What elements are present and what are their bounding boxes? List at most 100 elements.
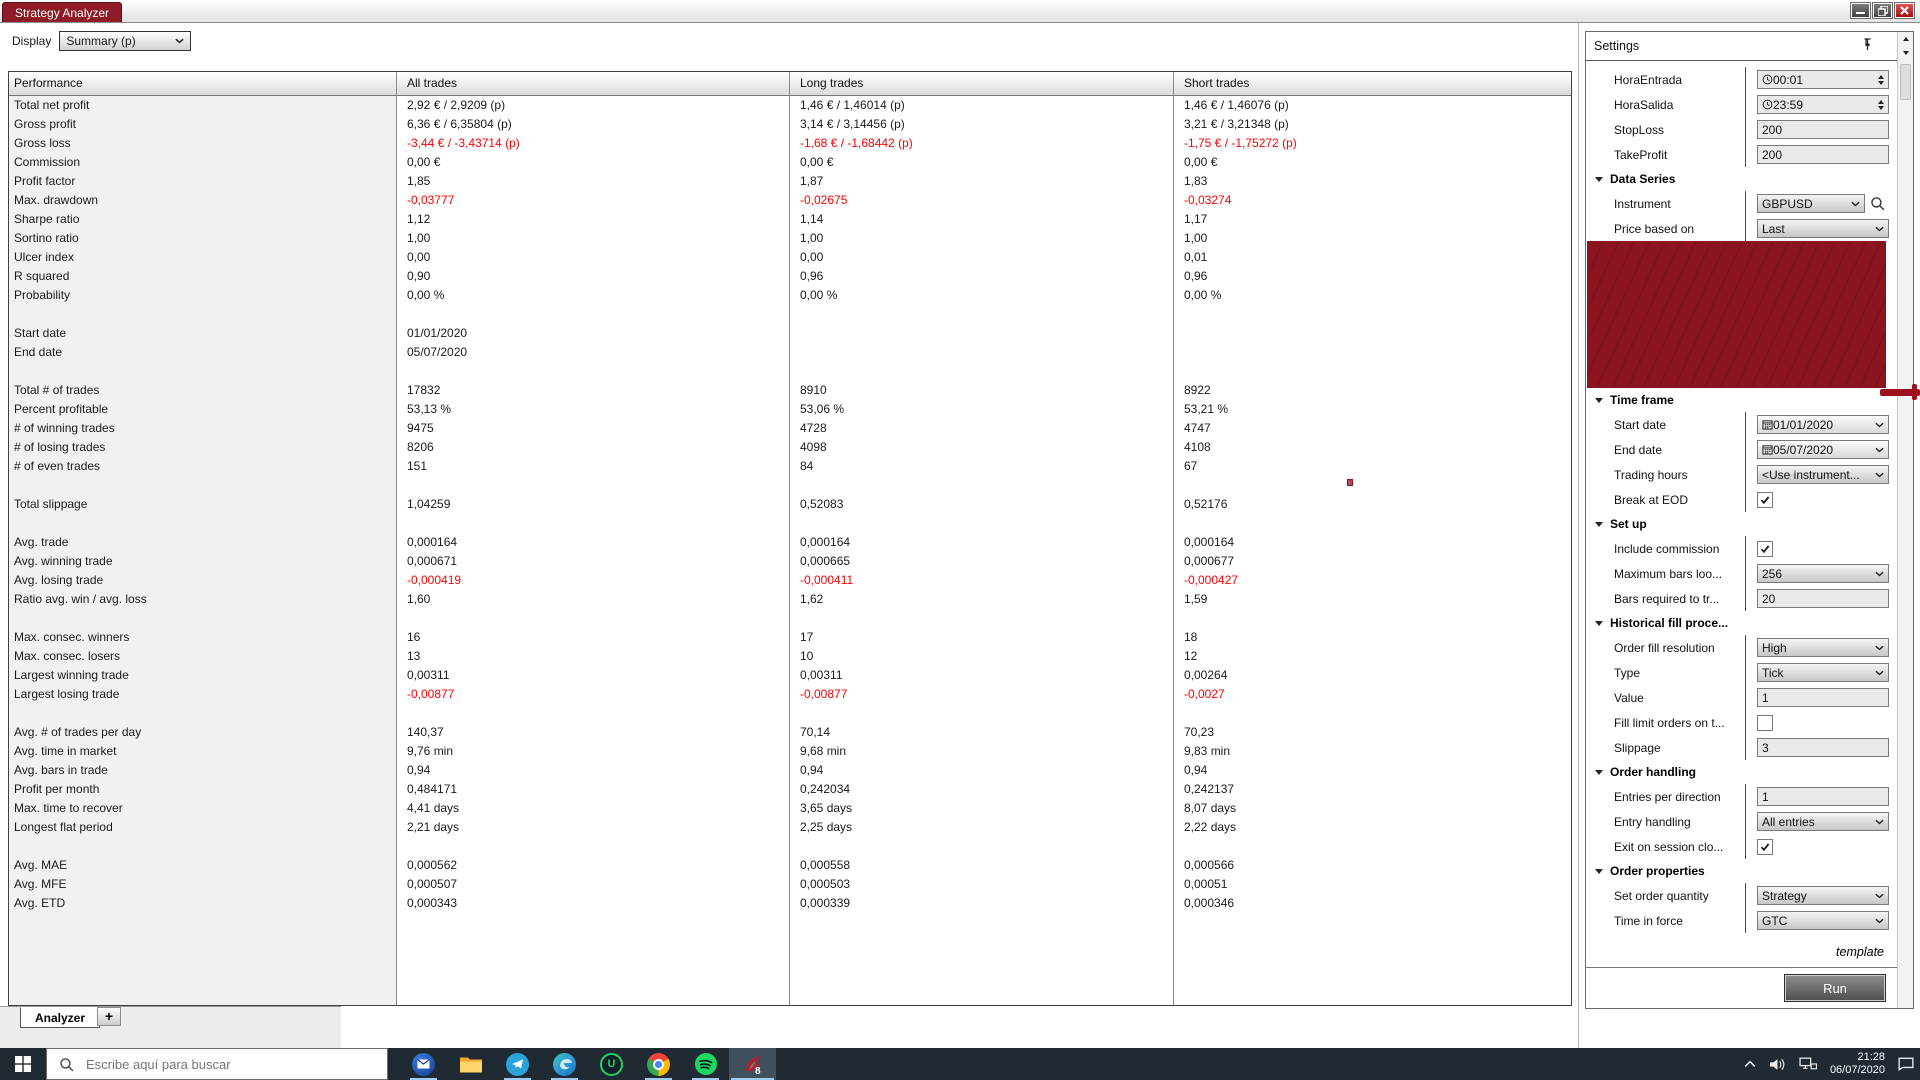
instrument-dropdown[interactable]: GBPUSD <box>1757 194 1865 213</box>
table-row: Avg. # of trades per day140,3770,1470,23 <box>9 723 1571 742</box>
settings-row: Include commission <box>1586 536 1898 561</box>
table-row: Percent profitable53,13 %53,06 %53,21 % <box>9 400 1571 419</box>
cell-all-trades: 0,00 % <box>397 286 790 305</box>
settings-scrollbar[interactable] <box>1897 32 1913 1008</box>
text-input[interactable]: 1 <box>1757 688 1889 707</box>
date-dropdown[interactable]: 05/07/2020 <box>1757 440 1889 459</box>
dropdown[interactable]: All entries <box>1757 812 1889 831</box>
clock[interactable]: 21:28 06/07/2020 <box>1830 1051 1885 1077</box>
row-label: Percent profitable <box>9 400 397 419</box>
text-input[interactable]: 20 <box>1757 589 1889 608</box>
dropdown[interactable]: <Use instrument... <box>1757 465 1889 484</box>
cell-long-trades: -0,000411 <box>790 571 1174 590</box>
start-button[interactable] <box>0 1048 46 1080</box>
minimize-button[interactable] <box>1851 3 1870 18</box>
settings-row: Set order quantityStrategy <box>1586 883 1898 908</box>
setting-control: 1 <box>1745 784 1898 809</box>
taskbar-icon-chrome[interactable] <box>635 1048 682 1080</box>
settings-section-header[interactable]: Set up <box>1586 512 1898 536</box>
taskbar-icon-edge[interactable] <box>541 1048 588 1080</box>
chevron-down-icon <box>1875 422 1884 428</box>
window-tab[interactable]: Strategy Analyzer <box>2 2 122 22</box>
settings-row: Bars required to tr...20 <box>1586 586 1898 611</box>
cell-all-trades: -0,03777 <box>397 191 790 210</box>
setting-label: Time in force <box>1614 908 1745 933</box>
checkbox[interactable] <box>1757 541 1773 557</box>
chevron-down-icon <box>1875 819 1884 825</box>
check-icon <box>1760 544 1770 554</box>
table-row: Max. consec. losers131012 <box>9 647 1571 666</box>
search-input[interactable] <box>84 1056 387 1073</box>
cell-short-trades: 0,94 <box>1174 761 1571 780</box>
dropdown[interactable]: Tick <box>1757 663 1889 682</box>
settings-section-header[interactable]: Order properties <box>1586 859 1898 883</box>
taskbar-search[interactable] <box>46 1048 388 1080</box>
table-row: # of winning trades947547284747 <box>9 419 1571 438</box>
volume-icon[interactable] <box>1769 1058 1786 1071</box>
cell-all-trades: 1,85 <box>397 172 790 191</box>
taskbar-icon-file-explorer[interactable] <box>447 1048 494 1080</box>
settings-section-header[interactable]: Data Series <box>1586 167 1898 191</box>
time-input[interactable]: 00:01 <box>1757 70 1889 89</box>
dropdown[interactable]: Strategy <box>1757 886 1889 905</box>
text-input[interactable]: 3 <box>1757 738 1889 757</box>
cell-long-trades: 0,00311 <box>790 666 1174 685</box>
dropdown[interactable]: Last <box>1757 219 1889 238</box>
tab-analyzer[interactable]: Analyzer <box>20 1007 100 1028</box>
run-button[interactable]: Run <box>1784 974 1886 1002</box>
spinner[interactable] <box>1875 75 1884 85</box>
pin-icon[interactable] <box>1863 38 1872 54</box>
scrollbar-thumb[interactable] <box>1900 64 1911 100</box>
row-label: R squared <box>9 267 397 286</box>
text-input[interactable]: 200 <box>1757 145 1889 164</box>
taskbar-icon-telegram[interactable] <box>494 1048 541 1080</box>
settings-section-header[interactable]: Order handling <box>1586 760 1898 784</box>
search-icon[interactable] <box>1870 196 1885 211</box>
action-center-icon[interactable] <box>1898 1057 1914 1071</box>
template-link[interactable]: template <box>1836 945 1884 959</box>
settings-row: Entry handling All entries <box>1586 809 1898 834</box>
checkbox[interactable] <box>1757 492 1773 508</box>
dropdown[interactable]: 256 <box>1757 564 1889 583</box>
pane-divider[interactable] <box>1578 23 1579 1048</box>
checkbox[interactable] <box>1757 715 1773 731</box>
table-row: Max. drawdown-0,03777-0,02675-0,03274 <box>9 191 1571 210</box>
collapse-triangle-icon <box>1595 177 1603 182</box>
taskbar-icon-mail[interactable] <box>400 1048 447 1080</box>
tray-chevron-up-icon[interactable] <box>1744 1060 1756 1068</box>
spinner[interactable] <box>1875 100 1884 110</box>
setting-control: 200 <box>1745 117 1898 142</box>
settings-section-header[interactable]: Time frame <box>1586 388 1898 412</box>
scroll-up-button[interactable] <box>1898 32 1913 46</box>
checkbox[interactable] <box>1757 839 1773 855</box>
close-button[interactable] <box>1895 3 1914 18</box>
setting-label: Entry handling <box>1614 809 1745 834</box>
table-row: Total # of trades1783289108922 <box>9 381 1571 400</box>
taskbar-icon-spotify[interactable] <box>682 1048 729 1080</box>
table-row: R squared0,900,960,96 <box>9 267 1571 286</box>
network-icon[interactable] <box>1799 1057 1817 1071</box>
dropdown[interactable]: High <box>1757 638 1889 657</box>
time-input[interactable]: 23:59 <box>1757 95 1889 114</box>
table-row: Sortino ratio1,001,001,00 <box>9 229 1571 248</box>
calendar-icon <box>1762 419 1773 430</box>
text-input[interactable]: 1 <box>1757 787 1889 806</box>
row-label: Max. consec. losers <box>9 647 397 666</box>
dropdown[interactable]: GTC <box>1757 911 1889 930</box>
cell-long-trades: 3,14 € / 3,14456 (p) <box>790 115 1174 134</box>
scroll-down-button[interactable] <box>1898 46 1913 60</box>
taskbar-icon-ninjatrader[interactable]: 8 <box>729 1048 776 1080</box>
add-tab-button[interactable]: + <box>97 1007 121 1026</box>
cell-all-trades: 2,92 € / 2,9209 (p) <box>397 96 790 115</box>
display-select[interactable]: Summary (p) <box>59 31 191 51</box>
setting-label: Instrument <box>1614 191 1745 216</box>
restore-button[interactable] <box>1873 3 1892 18</box>
date-dropdown[interactable]: 01/01/2020 <box>1757 415 1889 434</box>
taskbar-tray: 21:28 06/07/2020 <box>1744 1048 1914 1080</box>
taskbar-icon-iobit[interactable]: U <box>588 1048 635 1080</box>
table-row: Avg. MFE0,0005070,0005030,00051 <box>9 875 1571 894</box>
text-input[interactable]: 200 <box>1757 120 1889 139</box>
chevron-down-icon <box>1875 226 1884 232</box>
cell-short-trades: 8,07 days <box>1174 799 1571 818</box>
settings-section-header[interactable]: Historical fill proce... <box>1586 611 1898 635</box>
